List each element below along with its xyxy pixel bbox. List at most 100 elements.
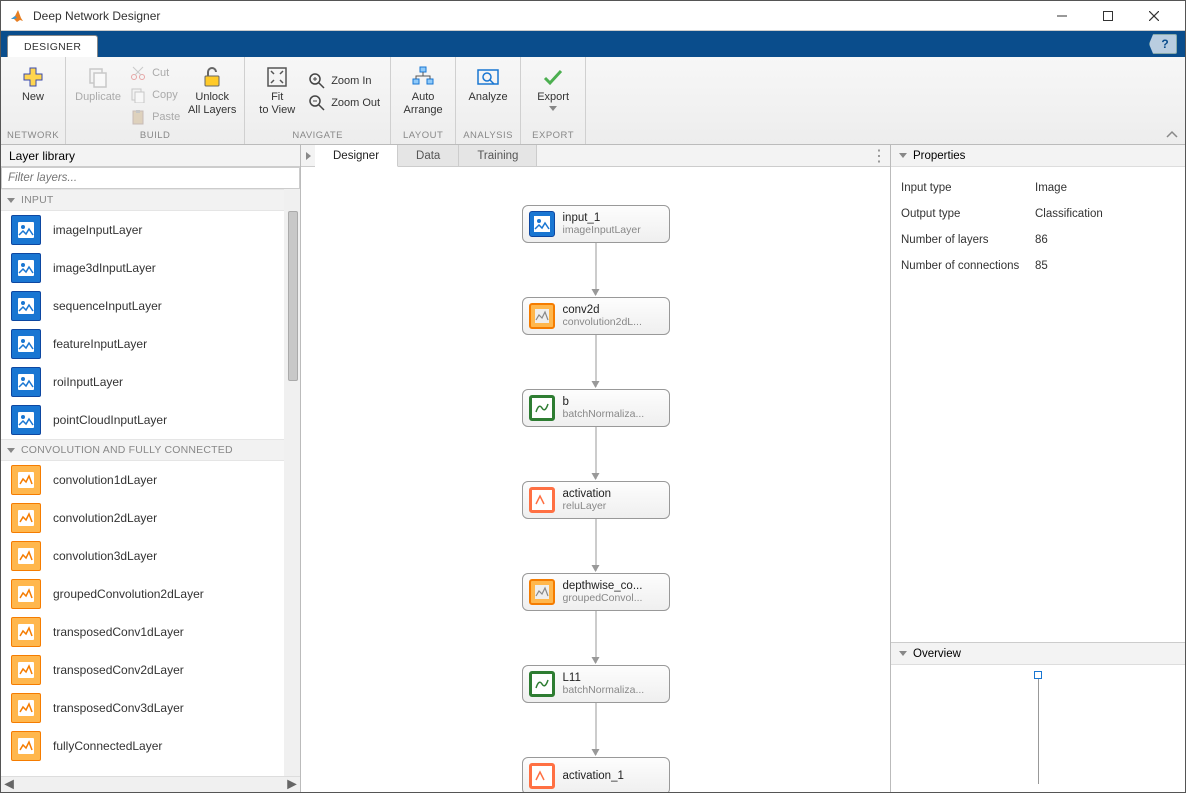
group-label-analysis: ANALYSIS [462,130,514,144]
node-type: reluLayer [563,500,612,512]
library-scrollbar[interactable] [284,189,300,776]
fit-to-view-button[interactable]: Fit to View [251,61,303,130]
tab-designer-view[interactable]: Designer [315,145,398,167]
layer-item[interactable]: convolution1dLayer [1,461,300,499]
filter-layers-input[interactable] [1,167,300,189]
node-name: L11 [563,672,645,684]
duplicate-icon [86,65,110,89]
library-hscrollbar[interactable]: ◄ ► [1,776,300,792]
layer-item-label: groupedConvolution2dLayer [53,587,204,601]
overview-header[interactable]: Overview [891,643,1185,665]
layer-item[interactable]: convolution2dLayer [1,499,300,537]
tabs-menu-icon[interactable]: ⋮ [870,145,888,166]
new-button[interactable]: New [7,61,59,130]
cut-button: Cut [126,63,184,83]
collapse-ribbon-icon[interactable] [1165,130,1179,140]
layer-item[interactable]: transposedConv3dLayer [1,689,300,727]
tab-designer[interactable]: DESIGNER [7,35,98,57]
overview-viewport-icon[interactable] [1034,671,1042,679]
scroll-left-icon[interactable]: ◄ [1,777,17,793]
toolstrip: New NETWORK Duplicate Cut Copy Paste Unl… [1,57,1185,145]
layer-item[interactable]: transposedConv1dLayer [1,613,300,651]
layer-item[interactable]: image3dInputLayer [1,249,300,287]
layer-item-label: image3dInputLayer [53,261,156,275]
layer-thumb-icon [11,367,41,397]
layer-item[interactable]: featureInputLayer [1,325,300,363]
layer-thumb-icon [11,579,41,609]
edge [595,519,596,571]
layer-item[interactable]: transposedConv2dLayer [1,651,300,689]
network-node[interactable]: activation_1 [522,757,670,792]
network-canvas[interactable]: input_1imageInputLayer conv2dconvolution2… [301,167,890,792]
node-name: input_1 [563,212,641,224]
edge [595,611,596,663]
edge [595,703,596,755]
ribbon-tabstrip: DESIGNER ? [1,31,1185,57]
properties-header[interactable]: Properties [891,145,1185,167]
zoom-in-icon [309,73,325,89]
layer-item[interactable]: sequenceInputLayer [1,287,300,325]
network-node[interactable]: conv2dconvolution2dL... [522,297,670,335]
prop-output-type-value: Classification [1035,208,1103,220]
layer-item-label: transposedConv1dLayer [53,625,184,639]
node-type-icon [529,395,555,421]
analyze-button[interactable]: Analyze [462,61,514,130]
layer-library-panel: Layer library INPUT imageInputLayer image… [1,145,301,792]
category-input[interactable]: INPUT [1,189,300,211]
library-title: Layer library [1,145,300,167]
network-node[interactable]: L11batchNormaliza... [522,665,670,703]
scroll-right-icon[interactable]: ► [284,777,300,793]
layer-item[interactable]: fullyConnectedLayer [1,727,300,765]
layer-thumb-icon [11,541,41,571]
network-node[interactable]: activationreluLayer [522,481,670,519]
category-conv[interactable]: CONVOLUTION AND FULLY CONNECTED [1,439,300,461]
node-type: imageInputLayer [563,224,641,236]
close-button[interactable] [1131,1,1177,31]
layer-item[interactable]: convolution3dLayer [1,537,300,575]
group-label-network: NETWORK [7,130,59,144]
network-node[interactable]: depthwise_co...groupedConvol... [522,573,670,611]
maximize-button[interactable] [1085,1,1131,31]
layer-item[interactable]: imageInputLayer [1,211,300,249]
unlock-button[interactable]: Unlock All Layers [186,61,238,130]
check-icon [541,65,565,89]
help-button[interactable]: ? [1149,34,1177,54]
network-node[interactable]: input_1imageInputLayer [522,205,670,243]
copy-button: Copy [126,85,184,105]
group-label-export: EXPORT [527,130,579,144]
title-bar: Deep Network Designer [1,1,1185,31]
tabs-caret-icon[interactable] [301,145,315,166]
window-title: Deep Network Designer [33,9,1039,23]
node-type-icon [529,487,555,513]
layer-thumb-icon [11,617,41,647]
layer-item[interactable]: pointCloudInputLayer [1,401,300,439]
layer-item-label: imageInputLayer [53,223,142,237]
overview-body[interactable] [891,665,1185,792]
layer-thumb-icon [11,329,41,359]
group-label-navigate: NAVIGATE [251,130,384,144]
layer-item-label: convolution1dLayer [53,473,157,487]
fit-icon [265,65,289,89]
minimize-button[interactable] [1039,1,1085,31]
prop-nconn-label: Number of connections [901,260,1035,272]
node-type-icon [529,211,555,237]
layer-item-label: convolution3dLayer [53,549,157,563]
node-name: activation [563,488,612,500]
auto-arrange-button[interactable]: Auto Arrange [397,61,449,130]
tab-training-view[interactable]: Training [459,145,537,166]
layer-item[interactable]: groupedConvolution2dLayer [1,575,300,613]
tab-data-view[interactable]: Data [398,145,459,166]
zoom-in-button[interactable]: Zoom In [305,71,384,91]
layer-item-label: fullyConnectedLayer [53,739,162,753]
prop-nlayers-label: Number of layers [901,234,1035,246]
layer-item[interactable]: roiInputLayer [1,363,300,401]
designer-area: Designer Data Training ⋮ input_1imageInp… [301,145,891,792]
layer-thumb-icon [11,291,41,321]
prop-output-type-label: Output type [901,208,1035,220]
export-button[interactable]: Export [527,61,579,130]
zoom-out-button[interactable]: Zoom Out [305,93,384,113]
layer-thumb-icon [11,253,41,283]
unlock-icon [200,65,224,89]
analyze-icon [476,65,500,89]
network-node[interactable]: bbatchNormaliza... [522,389,670,427]
